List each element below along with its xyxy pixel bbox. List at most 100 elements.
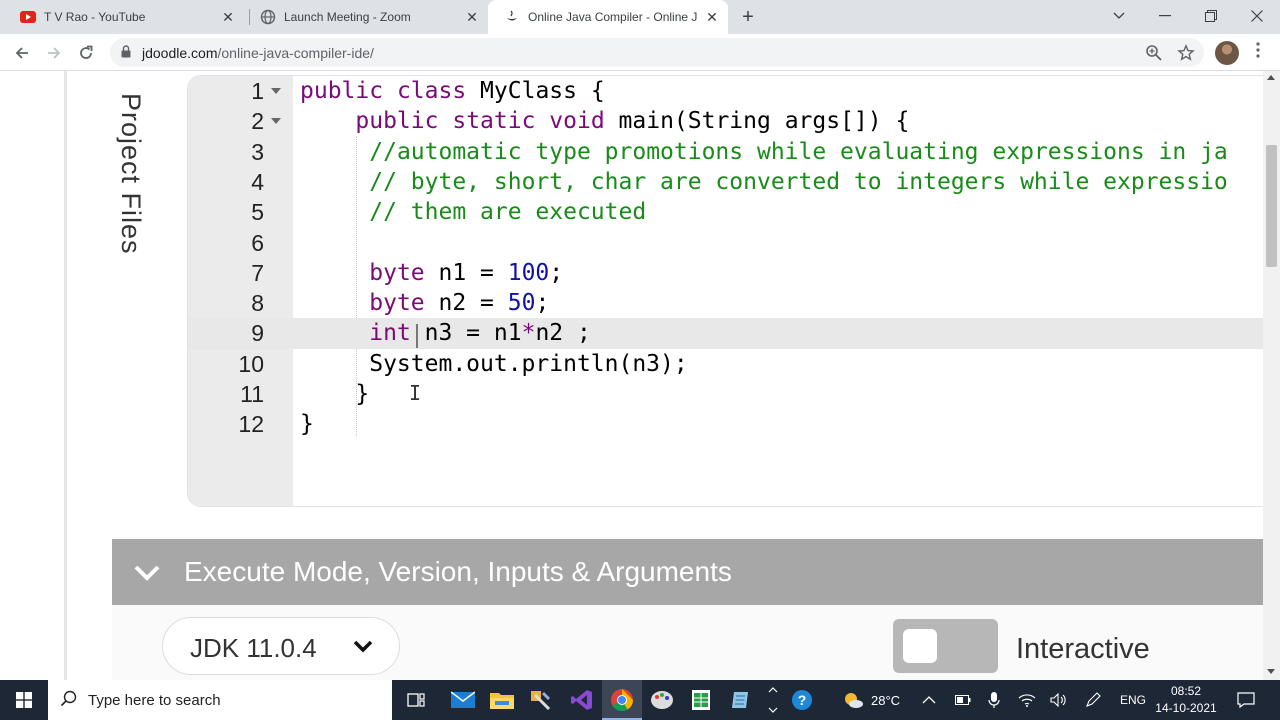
youtube-icon [20,9,36,25]
code-line[interactable]: 10 System.out.println(n3); [188,349,1266,379]
file-explorer-icon[interactable] [482,680,522,720]
windows-start-icon[interactable] [4,680,44,720]
fold-arrow-icon[interactable] [271,118,281,125]
clock-date: 14-10-2021 [1155,701,1217,715]
line-number: 10 [238,350,264,377]
code-text: } [300,381,370,407]
close-tab-icon[interactable]: ✕ [704,9,720,25]
code-line[interactable]: 6 [188,228,1266,258]
search-placeholder: Type here to search [88,692,221,709]
clock-time: 08:52 [1170,684,1202,698]
close-tab-icon[interactable]: ✕ [220,9,236,25]
new-tab-button[interactable]: + [738,7,758,27]
code-line[interactable]: 1 public class MyClass { [188,76,1266,106]
help-icon[interactable]: ? [786,680,818,720]
lock-icon[interactable] [121,45,131,63]
scrollbar-thumb[interactable] [1266,145,1277,267]
battery-icon[interactable] [955,680,971,720]
execute-mode-title: Execute Mode, Version, Inputs & Argument… [184,556,732,587]
profile-avatar[interactable] [1215,41,1239,65]
minimize-button[interactable] [1142,0,1188,32]
line-number: 7 [251,259,264,286]
task-view-icon[interactable] [396,680,436,720]
forward-icon[interactable] [43,42,65,64]
code-line[interactable]: 4 // byte, short, char are converted to … [188,167,1266,197]
tab-title: Online Java Compiler - Online Ja [528,10,698,24]
volume-icon[interactable] [1050,680,1068,720]
more-menu-icon[interactable] [1250,42,1266,64]
weather-sun-icon [842,691,864,709]
taskbar-scroll-icon[interactable] [760,680,786,720]
windows-taskbar: Type here to search ? 28°C ENG 08:52 14-… [0,680,1280,720]
sidebar-divider [64,71,67,680]
back-icon[interactable] [11,42,33,64]
code-text: int n3 = n1*n2 ; [369,320,591,347]
code-line[interactable]: 12} [188,409,1266,439]
code-line[interactable]: 9 int n3 = n1*n2 ; [188,318,1266,349]
jdoodle-icon [504,9,520,25]
project-files-label: Project Files [116,93,146,255]
tab-search-icon[interactable] [1096,0,1142,32]
code-text: byte n1 = 100; [369,259,564,286]
url-path: /online-java-compiler-ide/ [217,45,374,61]
paint-icon[interactable] [642,680,682,720]
close-window-button[interactable] [1234,0,1280,32]
code-editor[interactable]: 1 public class MyClass {2 public static v… [187,75,1267,507]
code-line[interactable]: 5 // them are executed [188,197,1266,227]
weather-widget[interactable]: 28°C [842,680,900,720]
notepad-icon[interactable] [721,680,761,720]
jdk-version-select[interactable]: JDK 11.0.4 [162,617,400,675]
scroll-up-icon[interactable] [1267,75,1275,80]
tab-youtube[interactable]: T V Rao - YouTube ✕ [4,0,244,34]
browser-tab-bar: T V Rao - YouTube ✕ Launch Meeting - Zoo… [0,0,1280,34]
execute-mode-header[interactable]: Execute Mode, Version, Inputs & Argument… [112,539,1263,605]
microphone-icon[interactable] [988,680,1000,720]
mail-icon[interactable] [443,680,483,720]
taskbar-clock[interactable]: 08:52 14-10-2021 [1152,683,1220,717]
code-line[interactable]: 11 } [188,379,1266,409]
wifi-icon[interactable] [1018,680,1036,720]
tab-title: Launch Meeting - Zoom [284,10,411,24]
code-line[interactable]: 3 //automatic type promotions while eval… [188,137,1266,167]
spreadsheet-icon[interactable] [681,680,721,720]
zoom-icon[interactable] [1145,44,1163,62]
show-hidden-icons-icon[interactable] [922,680,936,720]
reload-icon[interactable] [75,42,97,64]
page-scrollbar[interactable] [1263,71,1280,680]
notifications-icon[interactable] [1237,680,1255,720]
tab-zoom[interactable]: Launch Meeting - Zoom ✕ [244,0,488,34]
code-line[interactable]: 8 byte n2 = 50; [188,288,1266,318]
taskbar-search-box[interactable]: Type here to search [48,680,392,720]
line-number: 9 [251,320,264,347]
code-text: System.out.println(n3); [300,350,688,377]
interactive-toggle[interactable] [893,619,998,673]
url-text: jdoodle.com/online-java-compiler-ide/ [142,45,374,61]
code-text: } [300,411,314,438]
line-number: 8 [251,290,264,317]
browser-toolbar: jdoodle.com/online-java-compiler-ide/ [0,34,1280,71]
code-line[interactable]: 7 byte n1 = 100; [188,258,1266,288]
chevron-down-icon[interactable] [132,557,162,587]
globe-icon [260,9,276,25]
code-text: // them are executed [369,199,647,226]
url-host: jdoodle.com [142,45,218,61]
line-number: 12 [238,411,264,438]
code-text: //automatic type promotions while evalua… [369,138,1228,165]
project-files-tab[interactable]: Project Files [112,93,152,273]
fold-arrow-icon[interactable] [271,88,281,94]
toggle-knob [903,629,937,663]
tab-jdoodle[interactable]: Online Java Compiler - Online Ja ✕ [488,0,728,34]
close-tab-icon[interactable]: ✕ [464,9,480,25]
visual-studio-icon[interactable] [562,680,602,720]
pen-icon[interactable] [1085,680,1101,720]
restore-button[interactable] [1188,0,1234,32]
tools-app-icon[interactable] [521,680,561,720]
line-number: 1 [251,78,264,104]
chrome-icon[interactable] [602,680,642,720]
language-indicator[interactable]: ENG [1120,680,1146,720]
bookmark-star-icon[interactable] [1177,43,1195,62]
scroll-down-icon[interactable] [1267,669,1275,674]
code-line[interactable]: 2 public static void main(String args[])… [188,106,1266,136]
execute-mode-panel: JDK 11.0.4 Interactive [112,605,1263,680]
address-bar[interactable]: jdoodle.com/online-java-compiler-ide/ [110,38,1204,67]
